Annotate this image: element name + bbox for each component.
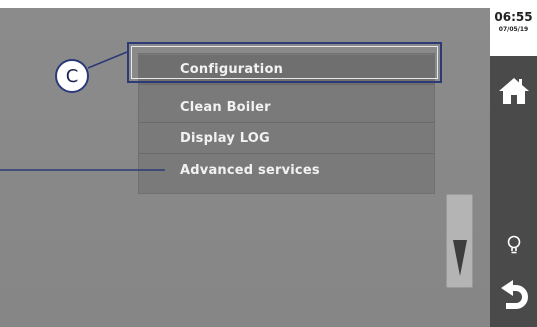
sidebar: 06:55 07/05/19 <box>490 0 537 327</box>
callout-label-c: C <box>55 59 89 93</box>
clock: 06:55 07/05/19 <box>490 0 537 56</box>
scroll-down-arrow-icon <box>453 240 467 276</box>
menu-item-label: Clean Boiler <box>180 100 271 115</box>
menu-item-display-log[interactable]: Display LOG <box>139 124 434 154</box>
lightbulb-icon <box>507 235 520 254</box>
menu-item-label: Advanced services <box>180 162 320 178</box>
menu-item-clean-boiler[interactable]: Clean Boiler <box>139 93 434 123</box>
back-button[interactable] <box>490 272 537 322</box>
home-icon <box>498 78 529 104</box>
lightbulb-button[interactable] <box>490 230 537 260</box>
callout-highlight-inner <box>131 46 438 79</box>
menu-item-label: Display LOG <box>180 131 270 146</box>
clock-date: 07/05/19 <box>498 26 529 33</box>
menu-item-advanced-services[interactable]: Advanced services <box>139 155 434 185</box>
back-arrow-icon <box>500 280 528 309</box>
clock-time: 06:55 <box>494 10 533 24</box>
home-button[interactable] <box>490 66 537 116</box>
